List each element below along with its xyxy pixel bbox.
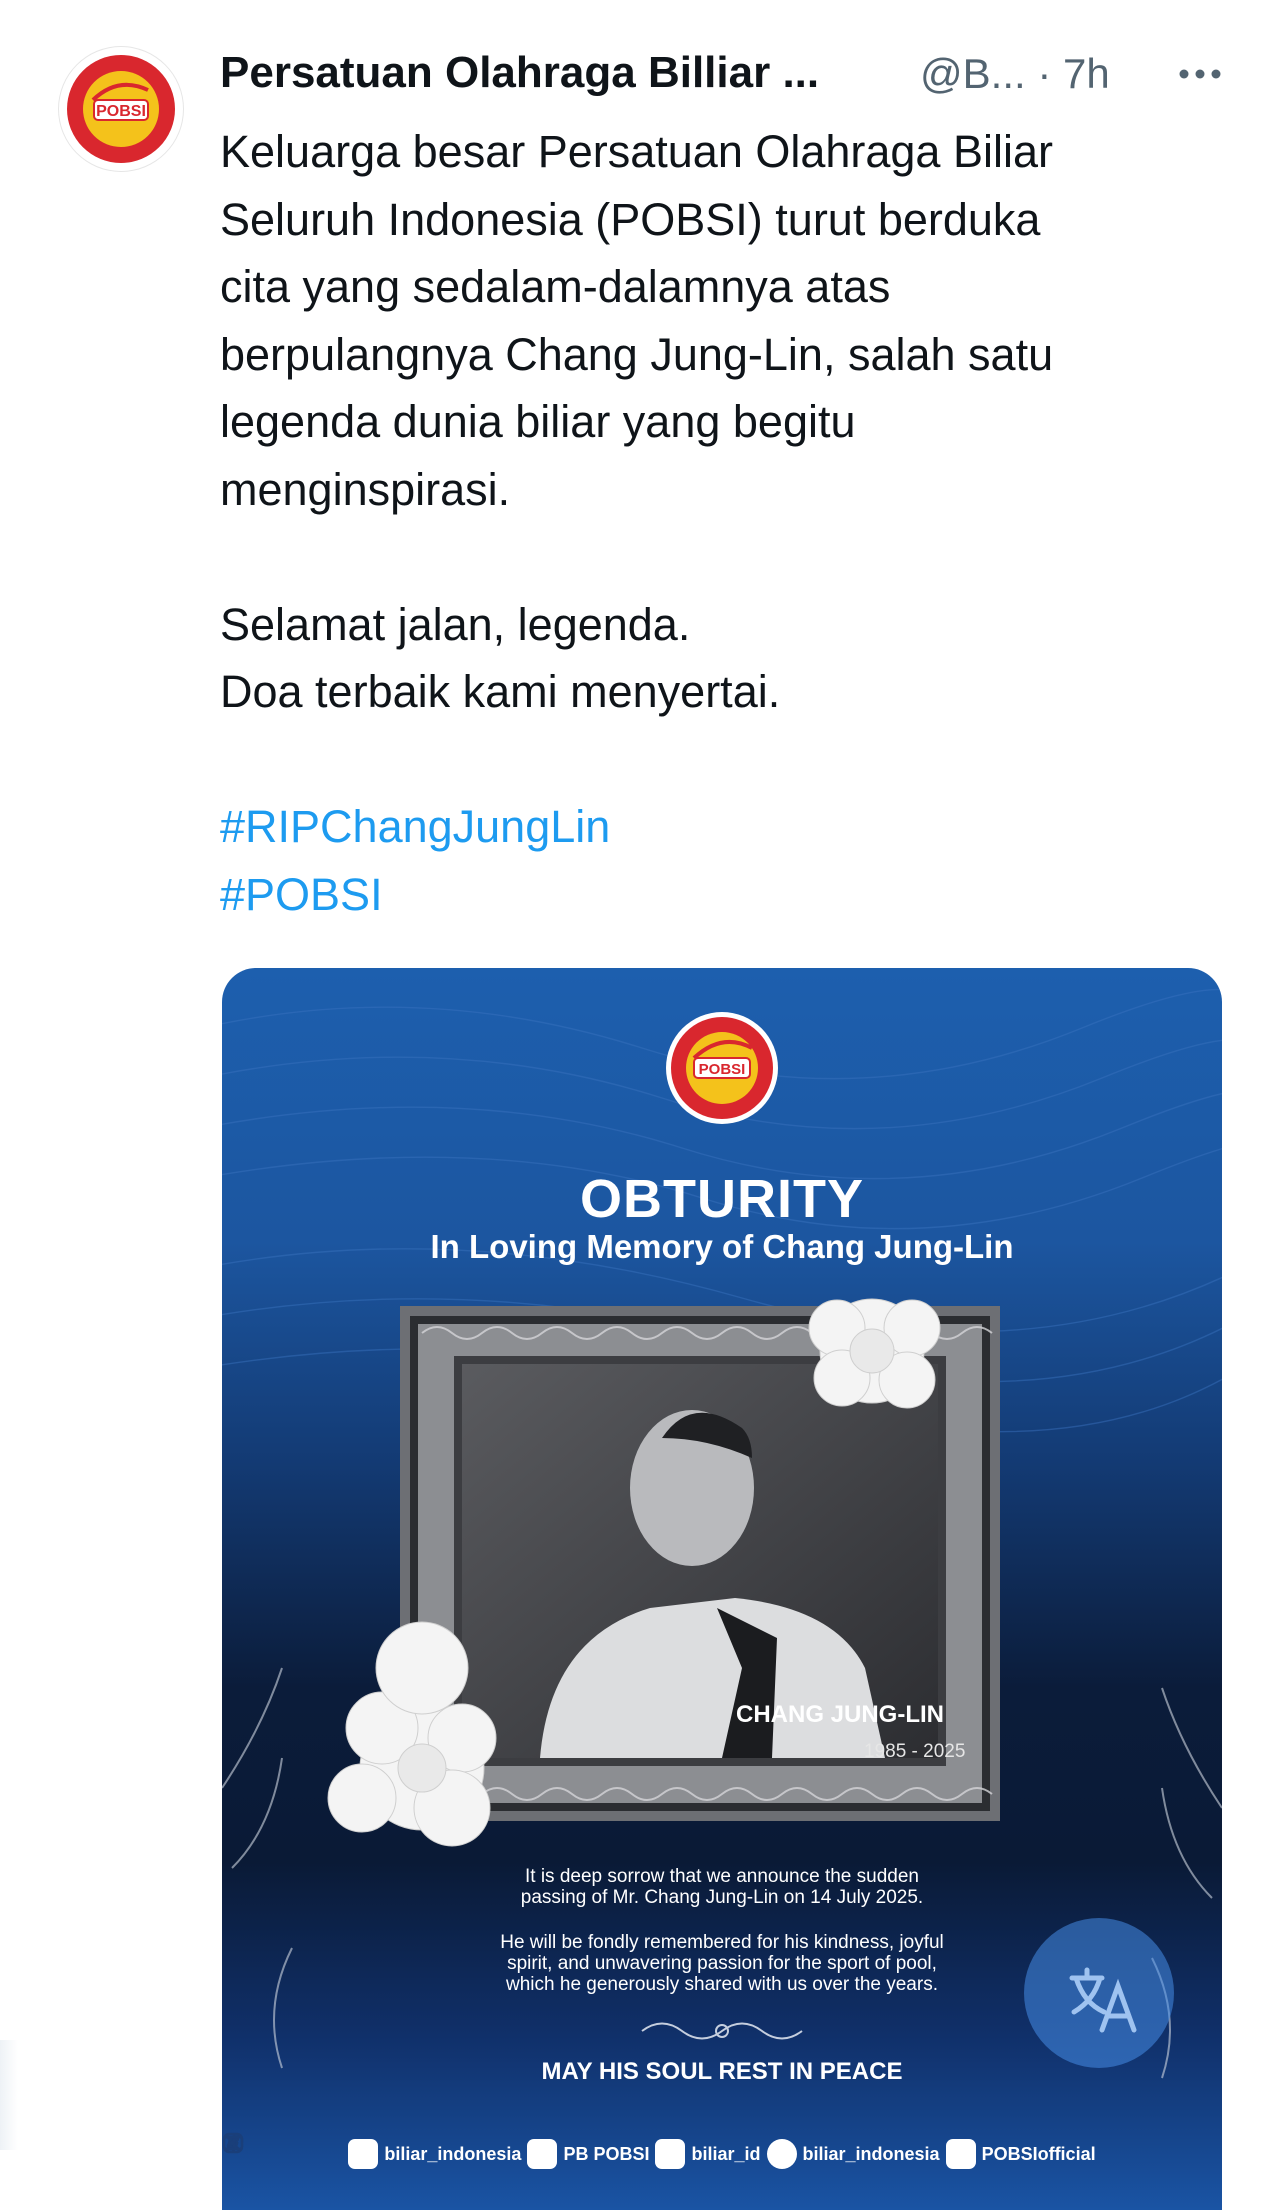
tweet-line: Doa terbaik kami menyertai. xyxy=(220,666,781,717)
x-icon xyxy=(224,2134,686,2169)
social-label: POBSIofficial xyxy=(981,2143,1096,2164)
social-label: biliar_indonesia xyxy=(802,2143,940,2164)
svg-text:POBSI: POBSI xyxy=(96,103,146,120)
announcement-text: It is deep sorrow that we announce the s… xyxy=(222,1866,1222,1908)
svg-text:POBSI: POBSI xyxy=(699,1061,746,1078)
author-name[interactable]: Persatuan Olahraga Billiar ... xyxy=(220,48,819,98)
social-x: biliar_id xyxy=(224,2134,761,2169)
tiktok-icon xyxy=(226,2134,797,2169)
pobsi-logo-icon: POBSI xyxy=(61,49,181,169)
tweet-line: cita yang sedalam-dalamnya atas xyxy=(220,261,891,312)
tweet-time[interactable]: 7h xyxy=(1063,50,1110,97)
social-handles: biliar_indonesia PB POBSI biliar_id bili… xyxy=(222,2132,1222,2176)
hashtag-link[interactable]: #POBSI xyxy=(220,861,1200,929)
author-handle[interactable]: @B... xyxy=(920,50,1026,97)
translate-button[interactable] xyxy=(1024,1918,1174,2068)
social-facebook: PB POBSI xyxy=(229,2135,650,2169)
social-label: biliar_id xyxy=(691,2143,761,2164)
deceased-name: CHANG JUNG-LIN xyxy=(736,1701,944,1728)
deceased-years: 1985 - 2025 xyxy=(864,1741,966,1762)
tweet-line: Seluruh Indonesia (POBSI) turut berduka xyxy=(220,193,1041,245)
social-youtube: POBSIofficial xyxy=(222,2135,1096,2169)
youtube-icon xyxy=(222,2135,976,2169)
social-instagram: biliar_indonesia xyxy=(222,2132,522,2169)
tweet-text: Keluarga besar Persatuan Olahraga Biliar… xyxy=(220,118,1200,928)
tweet-line: Selamat jalan, legenda. xyxy=(220,598,691,650)
facebook-icon xyxy=(229,2135,558,2169)
social-tiktok: biliar_indonesia xyxy=(226,2134,940,2169)
tweet-line: legenda dunia biliar yang begitu xyxy=(220,396,856,447)
avatar[interactable]: POBSI xyxy=(58,46,184,172)
media-logo-icon: POBSI xyxy=(666,1012,778,1124)
social-label: biliar_indonesia xyxy=(384,2143,522,2164)
more-options-button[interactable] xyxy=(1170,44,1230,104)
social-label: PB POBSI xyxy=(563,2143,650,2164)
announcement-line: It is deep sorrow that we announce the s… xyxy=(525,1866,919,1887)
announcement-line: passing of Mr. Chang Jung-Lin on 14 July… xyxy=(520,1887,924,1908)
tweet-line: Keluarga besar Persatuan Olahraga Biliar xyxy=(220,126,1053,177)
author-meta: @B... · 7h xyxy=(920,50,1110,98)
tweet-header: Persatuan Olahraga Billiar ... @B... · 7… xyxy=(220,44,1230,104)
screen-edge xyxy=(0,2040,18,2150)
carnation-flower-top-right xyxy=(808,1298,941,1409)
more-dots-icon xyxy=(1179,69,1221,79)
ornament-divider xyxy=(641,2022,803,2040)
instagram-icon xyxy=(222,2132,379,2169)
tweet-line: berpulangnya Chang Jung-Lin, salah satu xyxy=(220,328,1054,380)
tweet-media-image[interactable]: POBSI OBTURITY In Loving Memory of Chang… xyxy=(222,968,1222,2210)
meta-separator: · xyxy=(1037,50,1052,97)
obituary-subtitle: In Loving Memory of Chang Jung-Lin xyxy=(430,1228,1014,1265)
tweet-line: menginspirasi. xyxy=(220,463,511,515)
translate-icon xyxy=(1069,1967,1137,2033)
obituary-title: OBTURITY xyxy=(580,1169,864,1229)
hashtag-link[interactable]: #RIPChangJungLin xyxy=(220,793,1200,861)
